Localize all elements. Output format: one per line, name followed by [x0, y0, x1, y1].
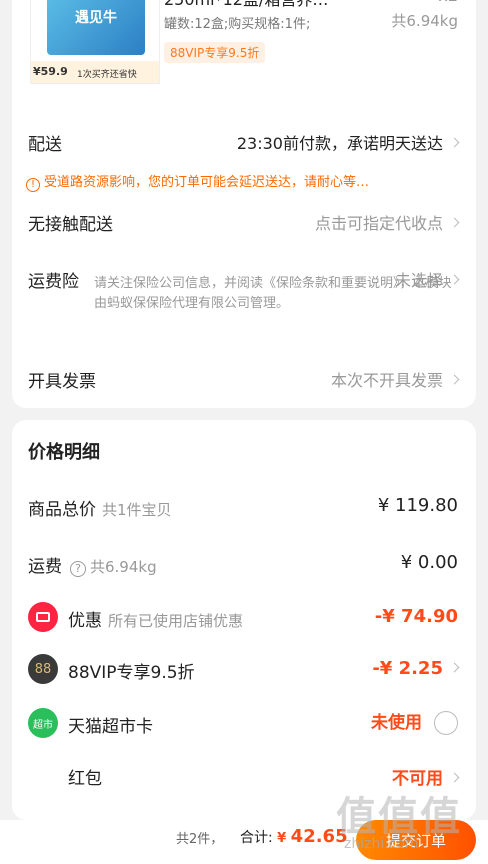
delivery-warning: ! 受道路资源影响，您的订单可能会延迟送达，请耐心等… [26, 171, 369, 192]
product-brand: 遇见牛 [75, 10, 117, 26]
chevron-right-icon [449, 217, 460, 228]
contactless-row[interactable]: 点击可指定代收点 [314, 210, 460, 234]
tmall-card-row[interactable]: 未使用 [371, 708, 458, 735]
product-spec: 罐数:12盒;购买规格:1件; [164, 17, 311, 32]
contactless-value: 点击可指定代收点 [314, 214, 443, 233]
delivery-label: 配送 [28, 135, 62, 155]
order-card: 遇见牛 ¥59.9 1次买齐还省快 250ml*12盒/箱营养… 罐数:12盒;… [12, 0, 476, 408]
tmall-supermarket-icon: 超市 [28, 708, 58, 738]
shipping-label: 运费? 共6.94kg [28, 552, 157, 577]
delivery-row[interactable]: 23:30前付款，承诺明天送达 [236, 130, 460, 154]
discount-label: 优惠 所有已使用店铺优惠 [68, 606, 243, 631]
invoice-row[interactable]: 本次不开具发票 [330, 367, 460, 391]
price-detail-card: 价格明细 商品总价 共1件宝贝 ¥ 119.80 运费? 共6.94kg ¥ 0.0… [12, 420, 476, 820]
chevron-right-icon [449, 374, 460, 385]
discount-value: -¥ 74.90 [374, 606, 458, 627]
vip-value: -¥ 2.25 [372, 658, 443, 679]
tmall-card-radio[interactable] [434, 711, 458, 735]
product-box-image: 遇见牛 [47, 0, 145, 55]
product-weight: 共6.94kg [391, 12, 458, 30]
price-detail-title: 价格明细 [28, 442, 100, 463]
shipping-sub: 共6.94kg [90, 558, 157, 576]
thumb-price: ¥59.9 [33, 65, 68, 78]
product-thumbnail[interactable]: 遇见牛 ¥59.9 1次买齐还省快 [30, 0, 160, 84]
chevron-right-icon [449, 662, 460, 672]
vip-label: 88VIP专享9.5折 [68, 663, 195, 683]
discount-text: 优惠 [68, 611, 102, 631]
goods-total-sub: 共1件宝贝 [102, 501, 172, 519]
warning-text: 受道路资源影响，您的订单可能会延迟送达，请耐心等… [44, 175, 370, 190]
goods-total-value: ¥ 119.80 [377, 495, 458, 516]
chevron-right-icon [449, 137, 460, 148]
chevron-right-icon [449, 772, 460, 782]
shipping-text: 运费 [28, 557, 62, 577]
vip-88-icon: 88 [28, 654, 58, 684]
insurance-note: 请关注保险公司信息，并阅读《保险条款和重要说明》，本模块由蚂蚁保保险代理有限公司… [94, 276, 452, 311]
product-title[interactable]: 250ml*12盒/箱营养… [164, 0, 328, 10]
product-quantity: x2 [438, 0, 458, 5]
goods-total-label: 商品总价 共1件宝贝 [28, 495, 172, 520]
shipping-value: ¥ 0.00 [400, 552, 458, 573]
delivery-value: 23:30前付款，承诺明天送达 [236, 134, 443, 153]
warning-icon: ! [26, 178, 40, 192]
invoice-label: 开具发票 [28, 372, 96, 392]
invoice-value: 本次不开具发票 [330, 371, 443, 390]
ticket-shape [36, 612, 50, 622]
watermark-url: zhizhi.com [344, 836, 419, 852]
contactless-label: 无接触配送 [28, 215, 113, 235]
goods-total-text: 商品总价 [28, 500, 96, 520]
vip-discount-tag: 88VIP专享9.5折 [164, 42, 266, 63]
tmall-card-value: 未使用 [371, 713, 422, 733]
red-packet-label: 红包 [68, 769, 102, 789]
item-count: 共2件， [176, 832, 224, 847]
total-label: 合计: [240, 830, 273, 846]
insurance-label: 运费险 [28, 272, 79, 292]
discount-sub: 所有已使用店铺优惠 [108, 612, 244, 630]
coupon-icon [28, 602, 58, 632]
currency-symbol: ¥ [277, 831, 287, 846]
vip-row[interactable]: -¥ 2.25 [372, 658, 460, 679]
help-icon[interactable]: ? [70, 561, 86, 577]
thumb-tag: 1次买齐还省快 [77, 70, 137, 80]
total-amount: 合计: ¥ 42.65 [240, 826, 348, 847]
watermark-logo: 值值值 [336, 794, 462, 840]
tmall-card-label: 天猫超市卡 [68, 717, 153, 737]
